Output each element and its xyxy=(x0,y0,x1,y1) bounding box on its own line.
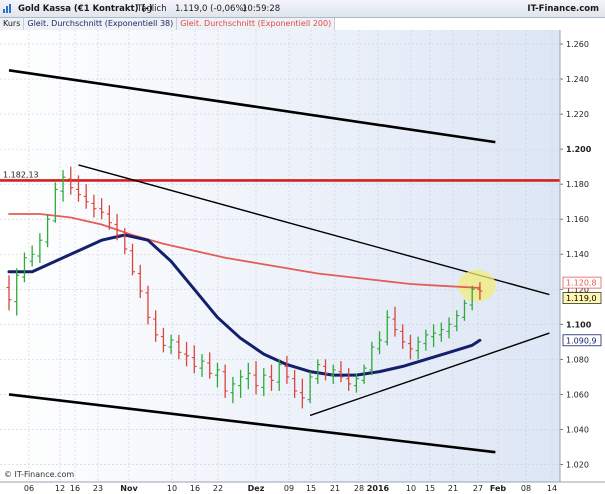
y-tick-label: 1.100 xyxy=(566,320,592,329)
chart-window: 1.182,13 1.020 1.040 1.060 1.080 1.100 1.120 1… xyxy=(0,0,605,494)
y-tick-label: 1.140 xyxy=(566,250,589,259)
legend-item-ema38[interactable]: Gleit. Durchschnitt (Exponentiell 38) xyxy=(24,18,178,30)
timestamp: 10:59:28 xyxy=(242,4,281,14)
highlight-marker xyxy=(457,269,496,302)
y-tick-label: 1.180 xyxy=(566,180,589,189)
plot-area[interactable] xyxy=(0,30,560,482)
ema38-tag-text: 1.090,9 xyxy=(566,336,597,345)
resistance-label: 1.182,13 xyxy=(3,170,39,179)
y-tick-label: 1.260 xyxy=(566,40,589,49)
chart-app-icon xyxy=(3,4,11,13)
x-tick-label: 12 xyxy=(55,484,65,493)
x-tick-label: Dez xyxy=(248,484,265,493)
y-tick-label: 1.040 xyxy=(566,425,589,434)
interval-label: Täglich xyxy=(137,4,167,14)
x-tick-label: 08 xyxy=(521,484,531,493)
price-change: 1.119,0 (-0,06%) xyxy=(175,4,247,14)
x-tick-label: 21 xyxy=(330,484,340,493)
price-chart[interactable]: 1.182,13 1.0201.0401.0601.0801.1001.1201… xyxy=(0,0,605,494)
y-tick-label: 1.080 xyxy=(566,355,589,364)
x-tick-label: 16 xyxy=(190,484,200,493)
y-tick-label: 1.240 xyxy=(566,75,589,84)
x-tick-label: 21 xyxy=(448,484,458,493)
x-tick-label: 10 xyxy=(167,484,177,493)
x-tick-label: 10 xyxy=(406,484,416,493)
x-tick-label: 23 xyxy=(93,484,103,493)
instrument-title: Gold Kassa (€1 Kontrakt) (-) xyxy=(18,4,153,14)
brand-logo: IT-Finance.com xyxy=(527,4,599,14)
x-tick-label: 16 xyxy=(70,484,80,493)
last-price-tag-text: 1.119,0 xyxy=(566,294,597,303)
x-tick-label: 15 xyxy=(306,484,316,493)
x-tick-label: 2016 xyxy=(367,484,390,493)
indicator-legend: Kurs Gleit. Durchschnitt (Exponentiell 3… xyxy=(0,18,336,30)
x-tick-label: Nov xyxy=(120,484,138,493)
ema200-tag-text: 1.120,8 xyxy=(566,279,597,288)
title-bar: Gold Kassa (€1 Kontrakt) (-) Täglich 1.1… xyxy=(0,0,605,18)
y-tick-label: 1.220 xyxy=(566,110,589,119)
y-tick-label: 1.160 xyxy=(566,215,589,224)
legend-item-ema200[interactable]: Gleit. Durchschnitt (Exponentiell 200) xyxy=(177,18,336,30)
x-tick-label: 28 xyxy=(354,484,364,493)
x-tick-label: 22 xyxy=(213,484,223,493)
x-tick-label: 09 xyxy=(284,484,294,493)
y-tick-label: 1.020 xyxy=(566,460,589,469)
legend-item-price[interactable]: Kurs xyxy=(0,18,25,30)
y-tick-label: 1.060 xyxy=(566,390,589,399)
x-tick-label: 15 xyxy=(425,484,435,493)
x-tick-label: 27 xyxy=(473,484,483,493)
x-tick-label: 14 xyxy=(547,484,557,493)
time-axis-panel xyxy=(0,482,605,494)
x-tick-label: Feb xyxy=(490,484,507,493)
y-tick-label: 1.200 xyxy=(566,145,592,154)
x-tick-label: 06 xyxy=(24,484,34,493)
copyright-text: © IT-Finance.com xyxy=(4,470,74,479)
